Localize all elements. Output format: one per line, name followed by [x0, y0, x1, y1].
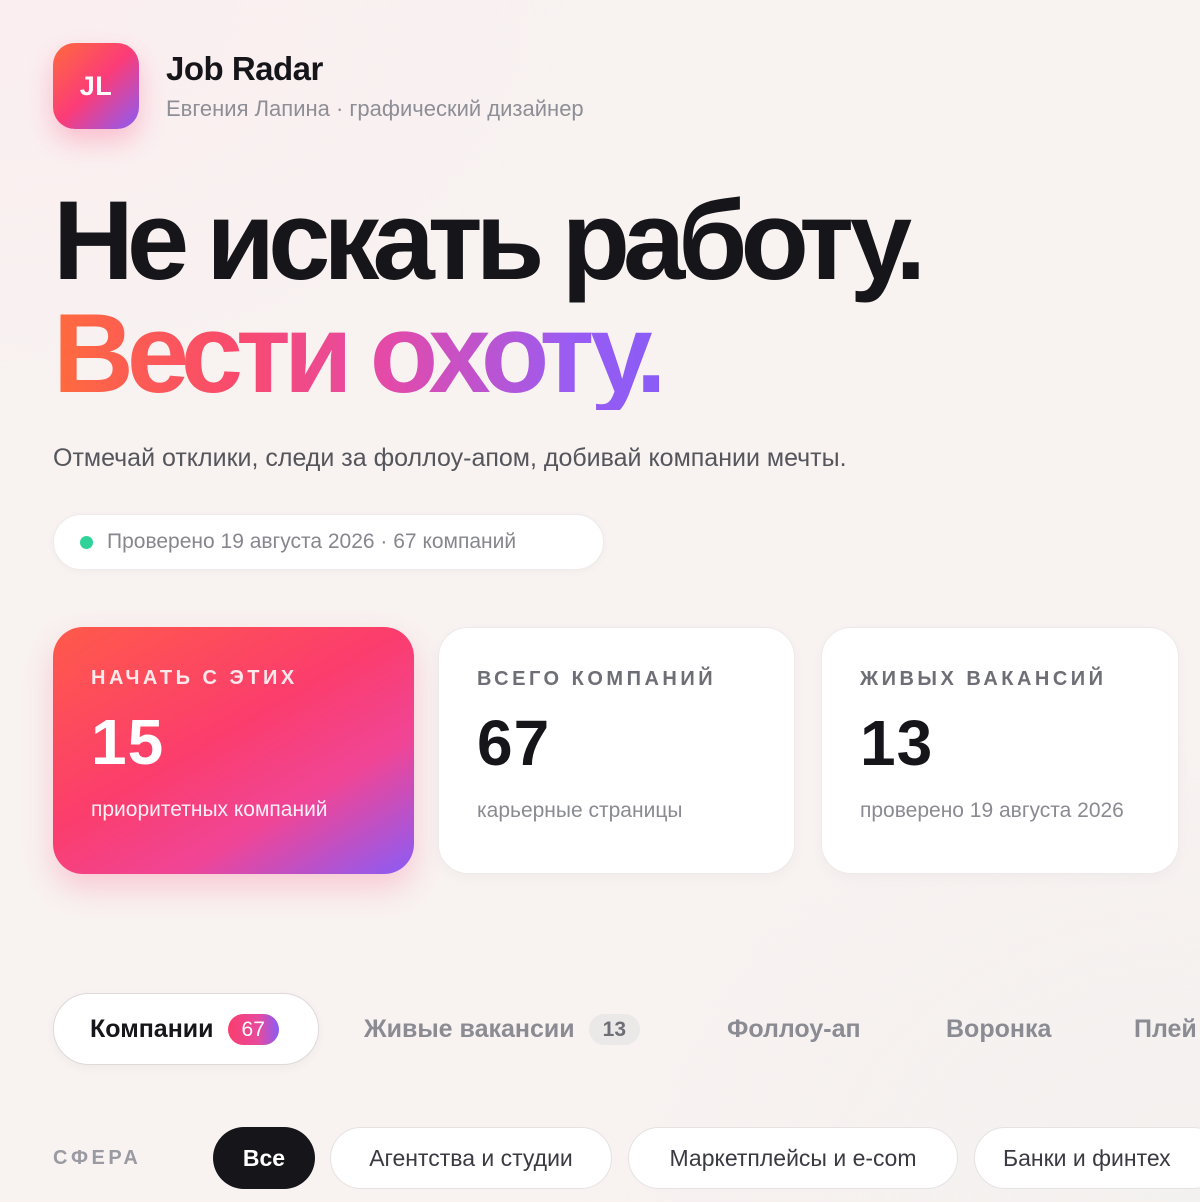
stat-card-caption: проверено 19 августа 2026 [860, 799, 1124, 822]
tab-followup[interactable]: Фоллоу-ап [727, 993, 861, 1065]
tab-label: Воронка [946, 1014, 1052, 1043]
tab-live-vacancies[interactable]: Живые вакансии 13 [364, 993, 640, 1065]
app-subtitle: Евгения Лапина · графический дизайнер [166, 96, 584, 121]
hero-headline: Не искать работу. [53, 178, 926, 303]
app-logo-text: JL [79, 70, 113, 101]
filter-label-sphere: СФЕРА [53, 1147, 142, 1169]
stat-card-label: ЖИВЫХ ВАКАНСИЙ [860, 668, 1107, 690]
filter-chip-banks[interactable]: Банки и финтех [974, 1127, 1200, 1189]
stat-card-caption: карьерные страницы [477, 799, 683, 822]
hero-headline-accent: Вести охоту. [53, 291, 667, 416]
stat-card-live-vacancies[interactable]: ЖИВЫХ ВАКАНСИЙ 13 проверено 19 августа 2… [821, 627, 1179, 874]
app-logo: JL [53, 43, 139, 129]
status-text: Проверено 19 августа 2026 · 67 компаний [107, 530, 517, 553]
stat-card-value: 15 [91, 706, 165, 778]
filter-chip-marketplaces[interactable]: Маркетплейсы и e-com [628, 1127, 958, 1189]
stat-card-label: НАЧАТЬ С ЭТИХ [91, 667, 298, 689]
tab-playbook[interactable]: Плей [1134, 993, 1197, 1065]
status-dot-icon [80, 535, 93, 549]
filter-chip-all[interactable]: Все [213, 1127, 315, 1189]
stat-card-value: 13 [860, 707, 934, 779]
tab-label: Компании [90, 1014, 214, 1043]
tab-label: Фоллоу-ап [727, 1014, 861, 1043]
tab-count-badge: 13 [588, 1013, 640, 1045]
tab-count-badge: 67 [227, 1013, 279, 1045]
tab-companies[interactable]: Компании 67 [53, 993, 319, 1065]
tab-label: Живые вакансии [364, 1014, 575, 1043]
tab-funnel[interactable]: Воронка [946, 993, 1051, 1065]
stat-card-caption: приоритетных компаний [91, 798, 328, 821]
hero-tagline: Отмечай отклики, следи за фоллоу-апом, д… [53, 444, 847, 472]
tab-label: Плей [1134, 1014, 1197, 1043]
app-title: Job Radar [166, 50, 323, 87]
status-badge: Проверено 19 августа 2026 · 67 компаний [53, 514, 604, 570]
stat-card-value: 67 [477, 707, 551, 779]
filter-chip-agencies[interactable]: Агентства и студии [330, 1127, 612, 1189]
stat-card-priority[interactable]: НАЧАТЬ С ЭТИХ 15 приоритетных компаний [53, 627, 414, 874]
stat-card-label: ВСЕГО КОМПАНИЙ [477, 668, 717, 690]
stat-card-total-companies[interactable]: ВСЕГО КОМПАНИЙ 67 карьерные страницы [438, 627, 795, 874]
